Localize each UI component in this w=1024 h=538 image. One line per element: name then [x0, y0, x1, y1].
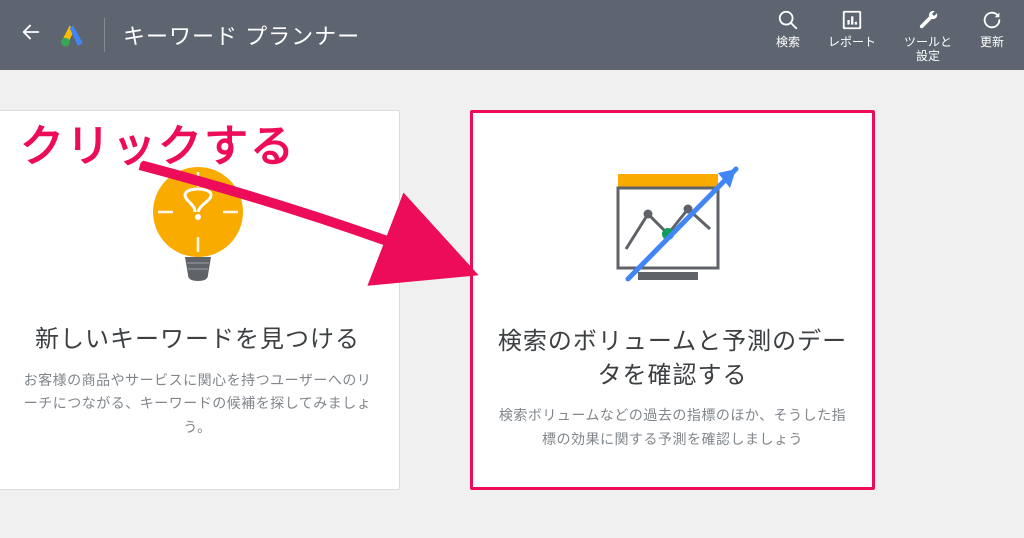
back-arrow-icon[interactable]	[20, 21, 42, 49]
search-icon	[777, 7, 799, 33]
refresh-icon	[981, 7, 1003, 33]
page-title: キーワード プランナー	[123, 19, 360, 51]
chart-trend-icon	[588, 149, 758, 309]
app-header: キーワード プランナー 検索 レポート ツールと 設定 更新	[0, 0, 1024, 70]
report-icon	[841, 7, 863, 33]
wrench-icon	[917, 7, 939, 33]
google-ads-logo-icon[interactable]	[60, 22, 86, 48]
refresh-action[interactable]: 更新	[980, 7, 1004, 64]
report-action[interactable]: レポート	[828, 7, 876, 64]
discover-card-desc: お客様の商品やサービスに関心を持つユーザーへのリーチにつながる、キーワードの候補…	[20, 369, 375, 440]
volume-card-desc: 検索ボリュームなどの過去の指標のほか、そうした指標の効果に関する予測を確認しまし…	[497, 404, 848, 452]
volume-card-title: 検索のボリュームと予測のデータを確認する	[497, 325, 848, 392]
tools-label: ツールと 設定	[904, 35, 952, 64]
annotation-click-label: クリックする	[20, 110, 296, 174]
report-label: レポート	[828, 35, 876, 49]
tools-action[interactable]: ツールと 設定	[904, 7, 952, 64]
header-divider	[104, 18, 105, 52]
refresh-label: 更新	[980, 35, 1004, 49]
search-action[interactable]: 検索	[776, 7, 800, 64]
header-left: キーワード プランナー	[20, 18, 360, 52]
search-label: 検索	[776, 35, 800, 49]
discover-card-title: 新しいキーワードを見つける	[35, 323, 360, 357]
volume-forecast-card[interactable]: 検索のボリュームと予測のデータを確認する 検索ボリュームなどの過去の指標のほか、…	[470, 110, 875, 490]
header-right: 検索 レポート ツールと 設定 更新	[776, 7, 1004, 64]
